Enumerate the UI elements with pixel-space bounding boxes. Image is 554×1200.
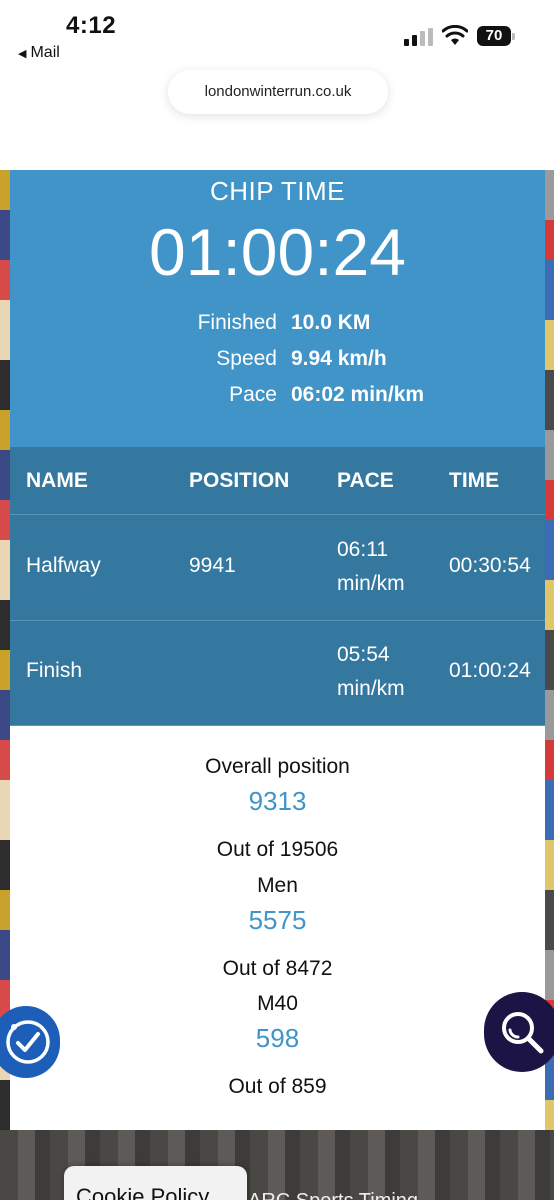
column-header-position: POSITION xyxy=(189,469,290,492)
back-arrow-icon: ◀ xyxy=(18,47,27,60)
column-header-name: NAME xyxy=(26,469,88,492)
split-time: 01:00:24 xyxy=(449,659,531,682)
category-position-value: 598 xyxy=(255,1023,300,1053)
accessibility-button[interactable] xyxy=(0,1006,60,1078)
category-total: Out of 859 xyxy=(228,1075,327,1098)
battery-level: 70 xyxy=(477,26,511,46)
column-header-pace: PACE xyxy=(337,469,394,492)
back-label: Mail xyxy=(30,44,60,61)
split-pace-unit: min/km xyxy=(337,677,405,700)
result-card: CHIP TIME 01:00:24 Finished 10.0 KM Spee… xyxy=(10,170,545,1130)
stat-row-pace: Pace 06:02 min/km xyxy=(10,383,545,413)
overall-total: Out of 19506 xyxy=(216,838,339,861)
status-time: 4:12 xyxy=(66,12,117,39)
split-name: Finish xyxy=(26,659,83,682)
stat-row-speed: Speed 9.94 km/h xyxy=(10,347,545,377)
cookie-policy-button[interactable]: Cookie Policy xyxy=(64,1166,247,1200)
stat-value: 10.0 KM xyxy=(291,311,371,334)
chip-time-panel: CHIP TIME 01:00:24 Finished 10.0 KM Spee… xyxy=(10,170,545,447)
splits-table-header: NAME POSITION PACE TIME xyxy=(10,447,545,515)
positions-section: Overall position 9313 Out of 19506 Men 5… xyxy=(10,726,545,1130)
chip-time-label: CHIP TIME xyxy=(209,176,345,206)
split-pace: 05:54 min/km xyxy=(337,638,405,706)
overall-position-label: Overall position xyxy=(205,755,350,778)
stat-label: Speed xyxy=(216,347,277,370)
url-bar[interactable]: londonwinterrun.co.uk xyxy=(168,70,388,114)
overall-position-value: 9313 xyxy=(248,786,307,816)
table-row: Finish 05:54 min/km 01:00:24 xyxy=(10,621,545,726)
back-to-mail-link[interactable]: ◀ Mail xyxy=(18,44,60,62)
search-button[interactable] xyxy=(484,992,554,1072)
battery-cap xyxy=(512,33,515,40)
stat-label: Pace xyxy=(229,383,277,406)
gender-position-value: 5575 xyxy=(248,905,307,935)
wifi-icon xyxy=(442,25,468,45)
split-time: 00:30:54 xyxy=(449,554,531,577)
background-photo-left-edge xyxy=(0,170,10,1130)
stat-label: Finished xyxy=(197,311,277,334)
search-icon xyxy=(502,1012,544,1054)
accessibility-icon xyxy=(6,1020,50,1064)
gender-total: Out of 8472 xyxy=(222,957,333,980)
cellular-signal-icon xyxy=(404,28,433,46)
footer-partial-text: ARC Sports Timing xyxy=(248,1190,418,1200)
battery-icon: 70 xyxy=(477,26,515,46)
split-pace-value: 06:11 xyxy=(337,538,388,561)
status-bar: 4:12 ◀ Mail 70 xyxy=(0,0,554,70)
split-position: 9941 xyxy=(189,554,236,577)
split-pace-value: 05:54 xyxy=(337,643,390,666)
split-name: Halfway xyxy=(26,554,101,577)
stat-row-finished: Finished 10.0 KM xyxy=(10,311,545,341)
category-label: M40 xyxy=(257,992,298,1015)
column-header-time: TIME xyxy=(449,469,500,492)
stat-value: 9.94 km/h xyxy=(291,347,387,370)
table-row: Halfway 9941 06:11 min/km 00:30:54 xyxy=(10,516,545,621)
browser-url-area: londonwinterrun.co.uk xyxy=(0,70,554,170)
stat-value: 06:02 min/km xyxy=(291,383,425,406)
split-pace-unit: min/km xyxy=(337,572,405,595)
splits-table: NAME POSITION PACE TIME Halfway 9941 06:… xyxy=(10,447,545,726)
gender-label: Men xyxy=(257,874,298,897)
split-pace: 06:11 min/km xyxy=(337,533,405,601)
chip-time-value: 01:00:24 xyxy=(149,215,406,289)
background-photo-right-edge xyxy=(545,170,554,1130)
